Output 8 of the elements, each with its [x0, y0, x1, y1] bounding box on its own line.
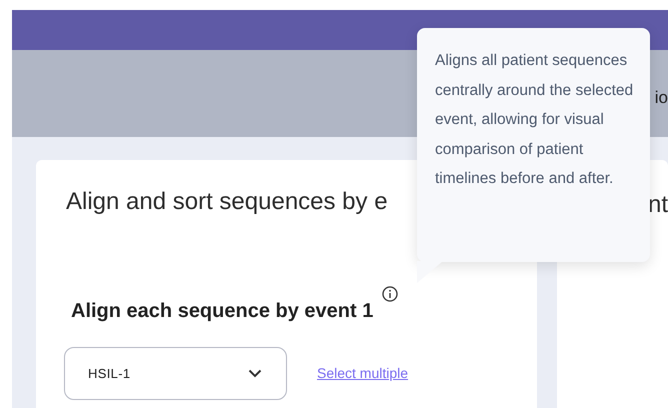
- section-heading: Align each sequence by event 1: [71, 299, 374, 324]
- tab-label[interactable]: io: [654, 76, 668, 110]
- tooltip-text: Aligns all patient sequences centrally around the selected event, allowing for visual comparison of patient timelines before and after.: [435, 51, 634, 189]
- info-icon[interactable]: [382, 286, 398, 302]
- card-title: Align and sort sequences by e: [66, 187, 388, 217]
- chevron-down-icon: [248, 369, 262, 378]
- event-dropdown[interactable]: HSIL-1: [64, 347, 287, 400]
- select-multiple-link[interactable]: Select multiple: [317, 363, 408, 384]
